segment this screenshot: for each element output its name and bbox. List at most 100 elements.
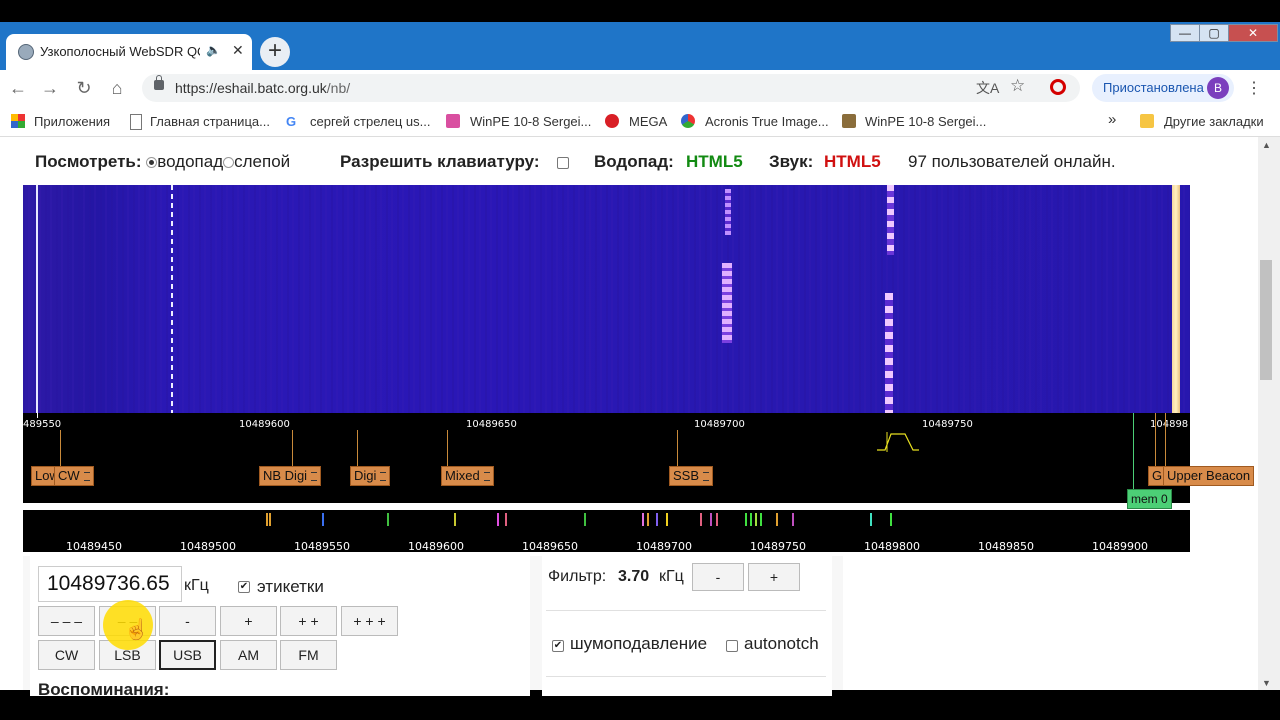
noise-reduction-checkbox[interactable]: ✔ (552, 637, 564, 655)
waterfall-signal-line (171, 185, 173, 413)
frequency-unit: кГц (184, 577, 209, 594)
speaker-icon[interactable]: 🔈 (206, 43, 221, 57)
view-label: Посмотреть: (35, 152, 142, 171)
mode-usb-button[interactable]: USB (159, 640, 216, 670)
step-up-medium-button[interactable]: + + (280, 606, 337, 636)
page-scrollbar[interactable] (1258, 137, 1280, 690)
bookmark-other[interactable]: Другие закладки (1164, 114, 1264, 129)
step-down-small-button[interactable]: - (159, 606, 216, 636)
overview-marker (870, 513, 872, 526)
profile-status-label: Приостановлена (1103, 80, 1204, 95)
tag-pointer (357, 430, 358, 466)
waterfall-display[interactable] (23, 185, 1190, 413)
tag-edit-icon (380, 472, 387, 482)
tag-cw[interactable]: CW (54, 466, 94, 486)
avatar[interactable]: B (1207, 77, 1229, 99)
filter-widen-button[interactable]: + (748, 563, 800, 591)
tab-title: Узкополосный WebSDR QO (40, 44, 200, 59)
tag-mixed[interactable]: Mixed (441, 466, 494, 486)
scrollbar-thumb[interactable] (1260, 260, 1272, 380)
labels-checkbox[interactable]: ✔ (238, 578, 250, 596)
bookmark-acronis[interactable]: Acronis True Image... (705, 114, 829, 129)
blind-radio[interactable] (223, 157, 235, 169)
mode-am-button[interactable]: AM (220, 640, 277, 670)
bookmark-winpe-1[interactable]: WinPE 10-8 Sergei... (470, 114, 591, 129)
overview-label: 10489700 (636, 540, 692, 553)
tag-pointer (60, 430, 61, 466)
tag-edit-icon (83, 472, 90, 482)
waterfall-signal-trace (885, 293, 893, 413)
keyboard-checkbox[interactable] (557, 154, 569, 172)
view-row: Посмотреть: водопад слепой (35, 152, 290, 172)
waterfall-radio[interactable] (146, 157, 158, 169)
close-window-button[interactable]: ✕ (1228, 24, 1278, 42)
maximize-button[interactable]: ▢ (1199, 24, 1229, 42)
translate-icon[interactable]: 文A (976, 78, 999, 98)
reload-icon[interactable]: ↻ (72, 78, 96, 99)
bookmark-apps[interactable]: Приложения (34, 114, 110, 129)
browser-tab[interactable]: Узкополосный WebSDR QO 🔈 ✕ (6, 34, 252, 70)
passband-indicator[interactable] (875, 430, 921, 452)
scroll-down-arrow-icon[interactable]: ▼ (1262, 678, 1271, 688)
scale-tick-label: 10489600 (239, 419, 290, 430)
bookmark-mega[interactable]: MEGA (629, 114, 667, 129)
tag-ssb[interactable]: SSB (669, 466, 714, 486)
url-text[interactable]: https://eshail.batc.org.uk/nb/ (175, 80, 350, 96)
apps-grid-icon (11, 114, 25, 128)
frequency-input[interactable]: 10489736.65 (38, 566, 182, 602)
bookmark-winpe-2[interactable]: WinPE 10-8 Sergei... (865, 114, 986, 129)
filter-label: Фильтр: (548, 568, 607, 585)
step-down-large-button[interactable]: – – – (38, 606, 95, 636)
step-up-large-button[interactable]: + + + (341, 606, 398, 636)
bookmark-home-page[interactable]: Главная страница... (150, 114, 270, 129)
mode-cw-button[interactable]: CW (38, 640, 95, 670)
tag-label: Low (35, 468, 54, 483)
tag-upper-beacon[interactable]: Upper Beacon (1163, 466, 1255, 486)
overview-marker (497, 513, 499, 526)
tag-g[interactable]: G (1148, 466, 1164, 486)
memory-tag[interactable]: mem 0 (1127, 489, 1172, 509)
url-host: https://eshail.batc.org.uk (175, 80, 327, 96)
frequency-scale[interactable] (23, 413, 1190, 503)
overview-marker (716, 513, 718, 526)
scroll-up-arrow-icon[interactable]: ▲ (1262, 140, 1271, 150)
waterfall-signal-trace (887, 185, 894, 255)
scale-tick-label: 10489700 (694, 419, 745, 430)
home-icon[interactable]: ⌂ (105, 78, 129, 99)
acronis-icon (681, 114, 695, 128)
filter-narrow-button[interactable]: - (692, 563, 744, 591)
overview-marker (760, 513, 762, 526)
tab-close-icon[interactable]: ✕ (232, 42, 244, 59)
opera-extension-icon[interactable] (1050, 79, 1066, 95)
scale-tick-label: 489550 (23, 419, 62, 430)
tag-label: CW (58, 468, 80, 483)
overview-marker (745, 513, 747, 526)
tag-nb-digi[interactable]: NB Digi (259, 466, 322, 486)
step-up-small-button[interactable]: + (220, 606, 277, 636)
mode-fm-button[interactable]: FM (280, 640, 337, 670)
overview-label: 10489600 (408, 540, 464, 553)
tag-edit-icon (483, 472, 490, 482)
tag-digi[interactable]: Digi (350, 466, 391, 486)
back-arrow-icon[interactable]: ← (6, 78, 30, 99)
overview-marker (750, 513, 752, 526)
overview-marker (647, 513, 649, 526)
bookmark-star-icon[interactable]: ☆ (1010, 76, 1025, 96)
new-tab-button[interactable]: + (260, 37, 290, 67)
panel-divider (546, 610, 826, 611)
overview-marker (710, 513, 712, 526)
autonotch-checkbox[interactable] (726, 637, 738, 655)
tag-label: Mixed (445, 468, 480, 483)
overview-label: 10489550 (294, 540, 350, 553)
overview-label: 10489450 (66, 540, 122, 553)
minimize-button[interactable]: — (1170, 24, 1200, 42)
google-icon: G (286, 114, 297, 129)
tag-low[interactable]: Low (31, 466, 55, 486)
keyboard-label: Разрешить клавиатуру: (340, 152, 540, 171)
overview-label: 10489850 (978, 540, 1034, 553)
kebab-menu-icon[interactable]: ⋮ (1246, 78, 1262, 98)
lock-icon[interactable] (154, 75, 164, 90)
bookmark-google-search[interactable]: сергей стрелец us... (310, 114, 430, 129)
more-bookmarks-chevron-icon[interactable]: » (1108, 111, 1116, 128)
forward-arrow-icon[interactable]: → (38, 78, 62, 99)
